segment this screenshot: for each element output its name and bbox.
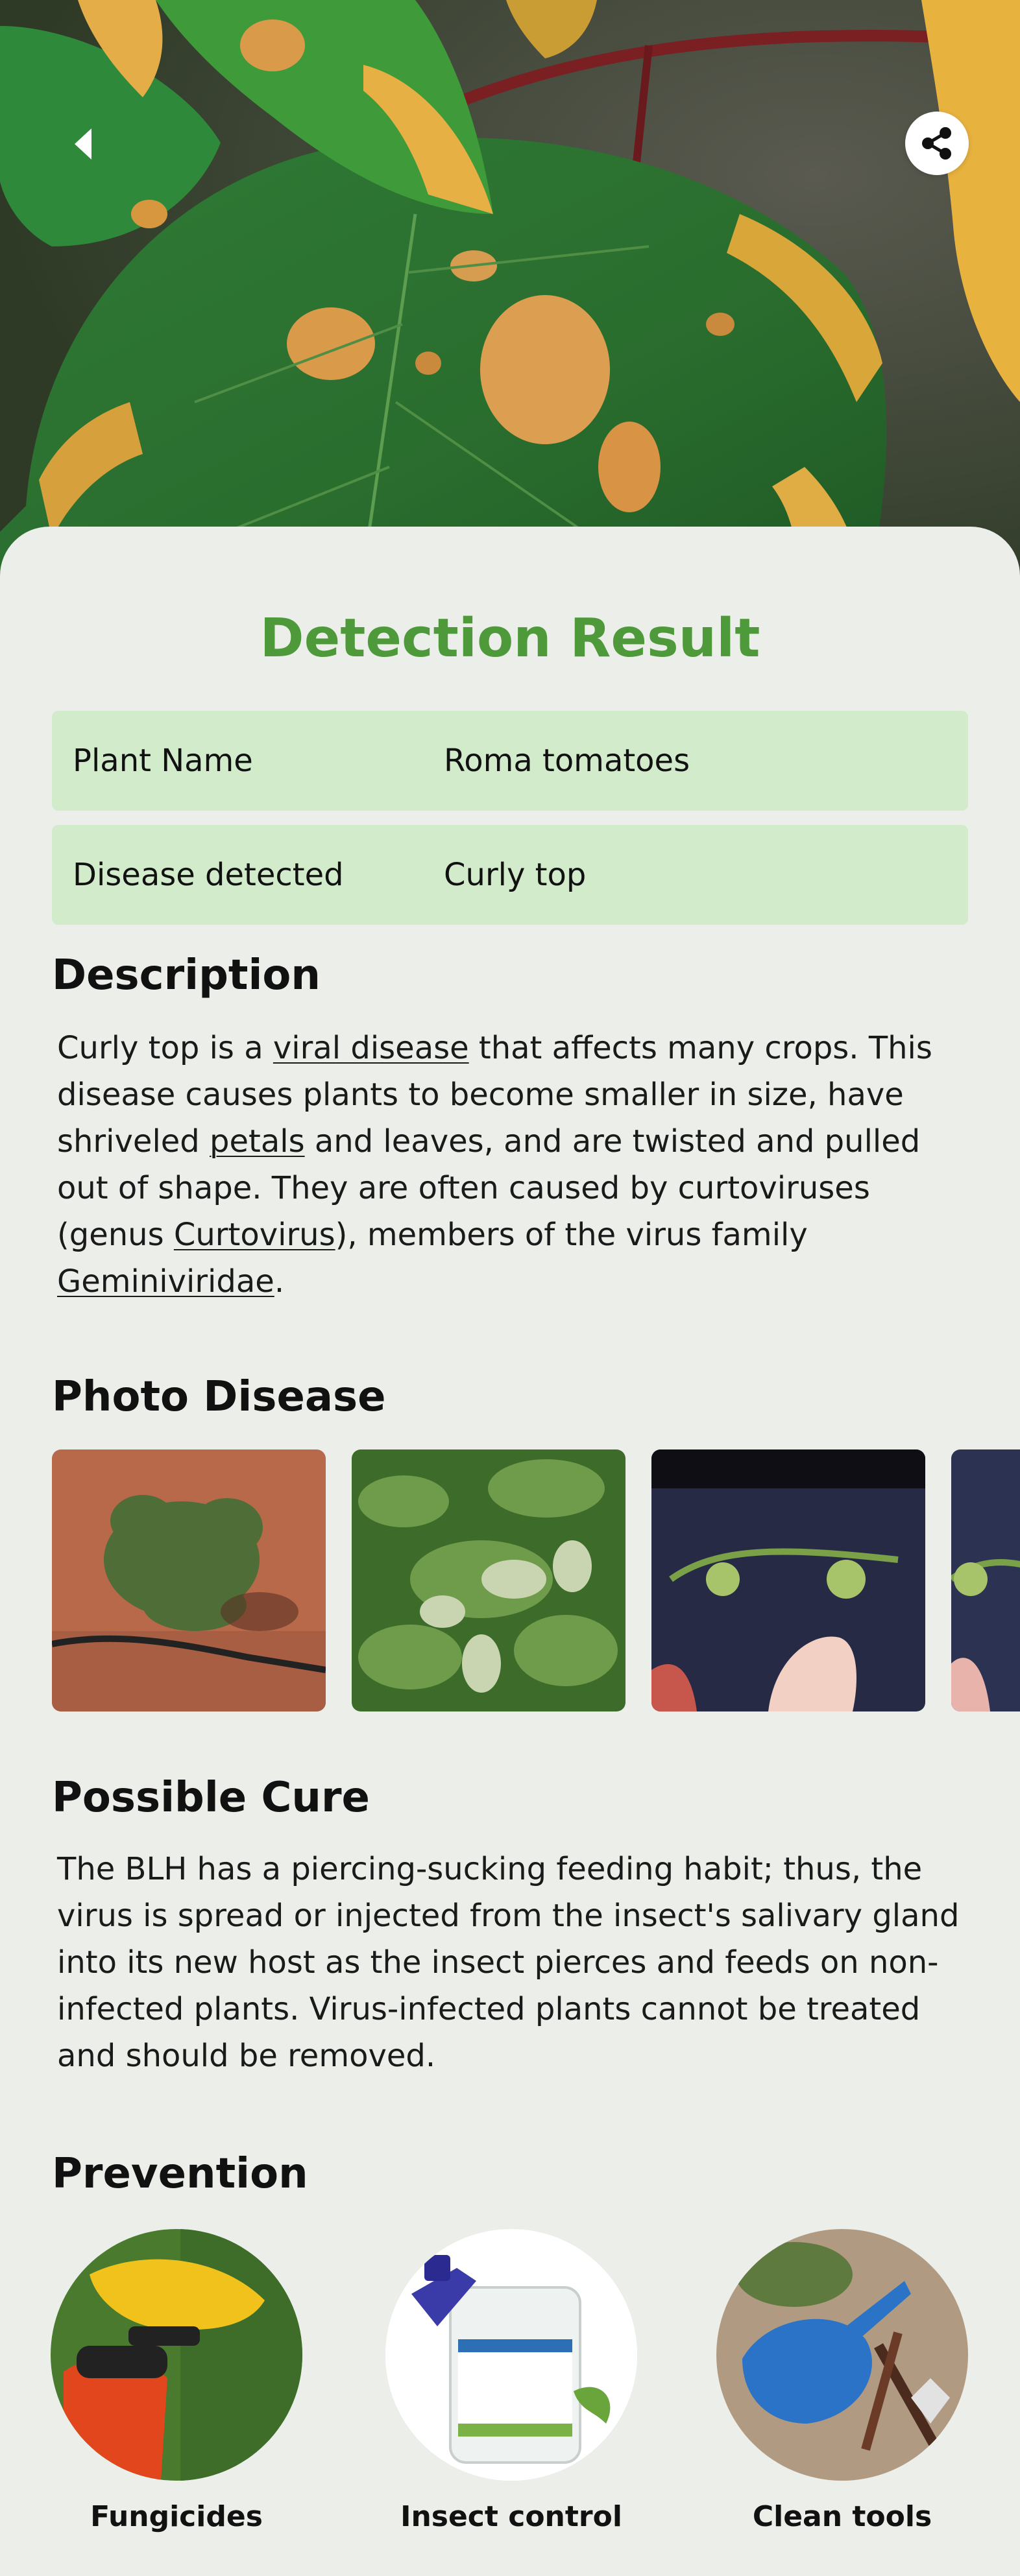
disease-photo-green-tomatoes-2 — [951, 1449, 1020, 1711]
prevention-heading: Prevention — [52, 2150, 308, 2198]
possible-cure-text: The BLH has a piercing-sucking feeding h… — [57, 1851, 960, 2074]
geminiviridae-link[interactable]: Geminiviridae — [57, 1263, 274, 1300]
viral-disease-link[interactable]: viral disease — [273, 1030, 469, 1066]
disease-detected-label: Disease detected — [73, 857, 344, 893]
share-button[interactable] — [905, 112, 969, 175]
photo-disease-heading: Photo Disease — [52, 1373, 386, 1421]
disease-photo-soil-plant — [52, 1449, 326, 1711]
description-text-part: Curly top is a — [57, 1030, 273, 1066]
prevention-item-clean-tools[interactable]: Clean tools — [712, 2229, 972, 2533]
share-icon — [922, 127, 951, 160]
possible-cure-heading: Possible Cure — [52, 1774, 370, 1822]
prevention-label: Fungicides — [90, 2500, 263, 2533]
back-button[interactable] — [60, 118, 105, 170]
chevron-left-icon — [75, 128, 91, 160]
disease-photo-curled-leaves — [352, 1449, 625, 1711]
disease-photo[interactable] — [352, 1449, 625, 1711]
plant-name-row: Plant Name Roma tomatoes — [52, 711, 968, 811]
description-text: Curly top is a viral disease that affect… — [57, 1025, 978, 1305]
leaf-disease-image — [0, 0, 1020, 584]
disease-photo[interactable] — [951, 1449, 1020, 1711]
disease-photo-green-tomatoes — [651, 1449, 925, 1711]
description-heading: Description — [52, 951, 321, 999]
prevention-label: Insect control — [400, 2500, 622, 2533]
prevention-item-fungicides[interactable]: Fungicides — [47, 2229, 306, 2533]
plant-name-label: Plant Name — [73, 743, 253, 779]
page-title: Detection Result — [260, 608, 760, 669]
description-text-part: . — [274, 1263, 285, 1300]
curtovirus-link[interactable]: Curtovirus — [174, 1217, 335, 1253]
disease-detected-row: Disease detected Curly top — [52, 825, 968, 925]
insect-control-image — [385, 2229, 637, 2481]
disease-photo[interactable] — [52, 1449, 326, 1711]
photo-disease-carousel[interactable] — [52, 1449, 1020, 1711]
disease-detected-value: Curly top — [444, 857, 587, 893]
clean-tools-image — [716, 2229, 968, 2481]
plant-name-value: Roma tomatoes — [444, 743, 690, 779]
fungicides-image — [51, 2229, 302, 2481]
petals-link[interactable]: petals — [210, 1123, 305, 1160]
prevention-item-insect-control[interactable]: Insect control — [382, 2229, 641, 2533]
disease-photo[interactable] — [651, 1449, 925, 1711]
content-sheet: Detection Result Plant Name Roma tomatoe… — [0, 527, 1020, 2576]
description-text-part: ), members of the virus family — [335, 1217, 808, 1253]
hero-leaf-photo — [0, 0, 1020, 584]
prevention-label: Clean tools — [752, 2500, 932, 2533]
